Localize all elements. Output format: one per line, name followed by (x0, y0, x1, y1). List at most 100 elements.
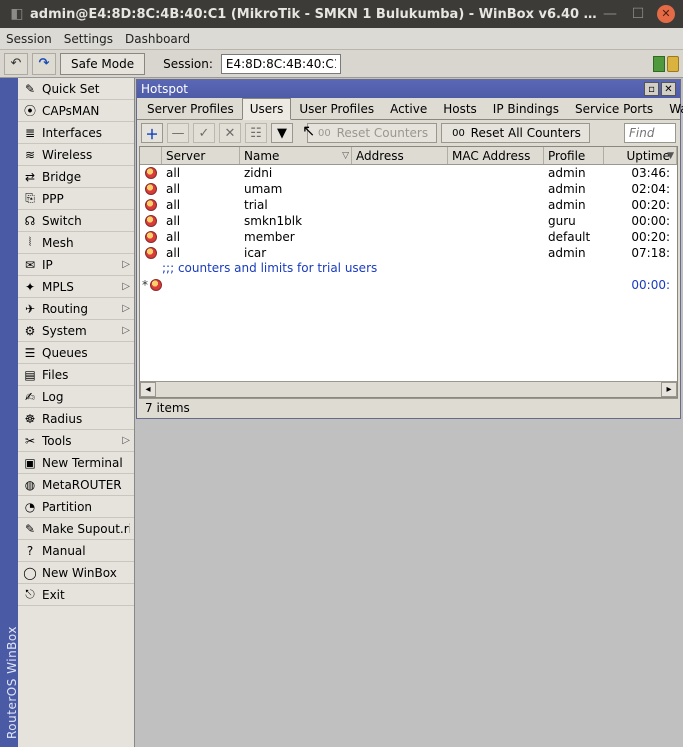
tab-hosts[interactable]: Hosts (435, 98, 485, 120)
tab-service-ports[interactable]: Service Ports (567, 98, 661, 120)
sidebar-item-mesh[interactable]: ⦚Mesh (18, 232, 134, 254)
table-row[interactable]: allumamadmin02:04: (140, 181, 677, 197)
tab-walled-garden-[interactable]: Walled Garden ... (661, 98, 683, 120)
column-uptime[interactable]: Uptime▼ (604, 147, 677, 164)
sidebar-item-tools[interactable]: ✂Tools▷ (18, 430, 134, 452)
hotspot-close-button[interactable]: ✕ (661, 82, 676, 96)
add-button[interactable]: ＋ (141, 123, 163, 143)
hotspot-titlebar[interactable]: Hotspot ▫ ✕ (137, 80, 680, 98)
session-input[interactable] (221, 54, 341, 74)
sidebar-item-label: System (42, 324, 118, 338)
sidebar-item-label: Routing (42, 302, 118, 316)
sidebar-item-system[interactable]: ⚙System▷ (18, 320, 134, 342)
user-icon (140, 197, 162, 213)
grid-hscroll[interactable]: ◂ ▸ (140, 381, 677, 397)
sidebar-item-files[interactable]: ▤Files (18, 364, 134, 386)
tab-active[interactable]: Active (382, 98, 435, 120)
sidebar-item-new-terminal[interactable]: ▣New Terminal (18, 452, 134, 474)
minimize-button[interactable]: — (601, 5, 619, 23)
sidebar-item-switch[interactable]: ☊Switch (18, 210, 134, 232)
column-profile[interactable]: Profile (544, 147, 604, 164)
sidebar-item-new-winbox[interactable]: ◯New WinBox (18, 562, 134, 584)
cell-profile: admin (544, 197, 604, 213)
maximize-button[interactable]: ☐ (629, 5, 647, 23)
sidebar-icon: ✎ (22, 81, 38, 97)
cell-uptime: 07:18: (604, 245, 677, 261)
hotspot-minimize-button[interactable]: ▫ (644, 82, 659, 96)
cell-name (240, 277, 352, 293)
menu-dashboard[interactable]: Dashboard (125, 32, 190, 46)
sidebar-item-bridge[interactable]: ⇄Bridge (18, 166, 134, 188)
close-button[interactable]: ✕ (657, 5, 675, 23)
cell-name: umam (240, 181, 352, 197)
scroll-left-button[interactable]: ◂ (140, 382, 156, 397)
table-row[interactable]: alltrialadmin00:20: (140, 197, 677, 213)
sidebar: ✎ Quick Set ⦿CAPsMAN≣Interfaces≋Wireless⇄B… (18, 78, 135, 747)
expand-icon: ▷ (122, 435, 130, 446)
tab-server-profiles[interactable]: Server Profiles (139, 98, 242, 120)
column-name[interactable]: Name▽ (240, 147, 352, 164)
scroll-right-button[interactable]: ▸ (661, 382, 677, 397)
cell-uptime: 00:00: (604, 277, 677, 293)
table-row[interactable]: allmemberdefault00:20: (140, 229, 677, 245)
table-row[interactable]: allsmkn1blkguru00:00: (140, 213, 677, 229)
sidebar-item-log[interactable]: ✍Log (18, 386, 134, 408)
undo-button[interactable] (4, 53, 28, 75)
table-row[interactable]: *00:00: (140, 277, 677, 293)
cell-mac (448, 197, 544, 213)
enable-button[interactable]: ✓ (193, 123, 215, 143)
column-mac[interactable]: MAC Address (448, 147, 544, 164)
sidebar-item-interfaces[interactable]: ≣Interfaces (18, 122, 134, 144)
reset-counters-button[interactable]: 00 Reset Counters (307, 123, 437, 143)
sidebar-item-manual[interactable]: ?Manual (18, 540, 134, 562)
cell-server: all (162, 165, 240, 181)
sidebar-item-label: Queues (42, 346, 130, 360)
column-address[interactable]: Address (352, 147, 448, 164)
table-row[interactable]: allicaradmin07:18: (140, 245, 677, 261)
safe-mode-button[interactable]: Safe Mode (60, 53, 145, 75)
sidebar-icon: ▤ (22, 367, 38, 383)
cell-name: trial (240, 197, 352, 213)
cell-server: all (162, 213, 240, 229)
sidebar-item-wireless[interactable]: ≋Wireless (18, 144, 134, 166)
table-row[interactable]: allzidniadmin03:46: (140, 165, 677, 181)
sidebar-icon: ⦚ (22, 235, 38, 251)
sidebar-item-ppp[interactable]: ⎘PPP (18, 188, 134, 210)
cell-name: member (240, 229, 352, 245)
sidebar-icon: ▣ (22, 455, 38, 471)
column-icon[interactable] (140, 147, 162, 164)
user-icon (140, 213, 162, 229)
titlebar: ◧ admin@E4:8D:8C:4B:40:C1 (MikroTik - SM… (0, 0, 683, 28)
comment-button[interactable]: ☷ (245, 123, 267, 143)
tab-users[interactable]: Users (242, 98, 292, 120)
tab-ip-bindings[interactable]: IP Bindings (485, 98, 567, 120)
column-server[interactable]: Server (162, 147, 240, 164)
sidebar-item-capsman[interactable]: ⦿CAPsMAN (18, 100, 134, 122)
sidebar-item-mpls[interactable]: ✦MPLS▷ (18, 276, 134, 298)
sidebar-item-ip[interactable]: ✉IP▷ (18, 254, 134, 276)
sidebar-item-partition[interactable]: ◔Partition (18, 496, 134, 518)
sidebar-item-radius[interactable]: ☸Radius (18, 408, 134, 430)
cell-address (352, 197, 448, 213)
comment-row[interactable]: ;;; counters and limits for trial users (140, 261, 677, 277)
sidebar-item-make-supout-rif[interactable]: ✎Make Supout.rif (18, 518, 134, 540)
sidebar-item-label: Quick Set (42, 82, 130, 96)
cell-server: all (162, 181, 240, 197)
remove-button[interactable]: — (167, 123, 189, 143)
sidebar-item-metarouter[interactable]: ◍MetaROUTER (18, 474, 134, 496)
cell-address (352, 229, 448, 245)
redo-button[interactable] (32, 53, 56, 75)
filter-button[interactable]: ▼ (271, 123, 293, 143)
find-input[interactable] (624, 123, 676, 143)
tab-user-profiles[interactable]: User Profiles (291, 98, 382, 120)
cell-address (352, 277, 448, 293)
sidebar-item-exit[interactable]: ⎋Exit (18, 584, 134, 606)
menu-session[interactable]: Session (6, 32, 52, 46)
reset-all-counters-button[interactable]: 00 Reset All Counters (441, 123, 590, 143)
cell-server: all (162, 229, 240, 245)
menu-settings[interactable]: Settings (64, 32, 113, 46)
sidebar-item-queues[interactable]: ☰Queues (18, 342, 134, 364)
sidebar-item-routing[interactable]: ✈Routing▷ (18, 298, 134, 320)
sidebar-item-quick-set[interactable]: ✎ Quick Set (18, 78, 134, 100)
disable-button[interactable]: ✕ (219, 123, 241, 143)
